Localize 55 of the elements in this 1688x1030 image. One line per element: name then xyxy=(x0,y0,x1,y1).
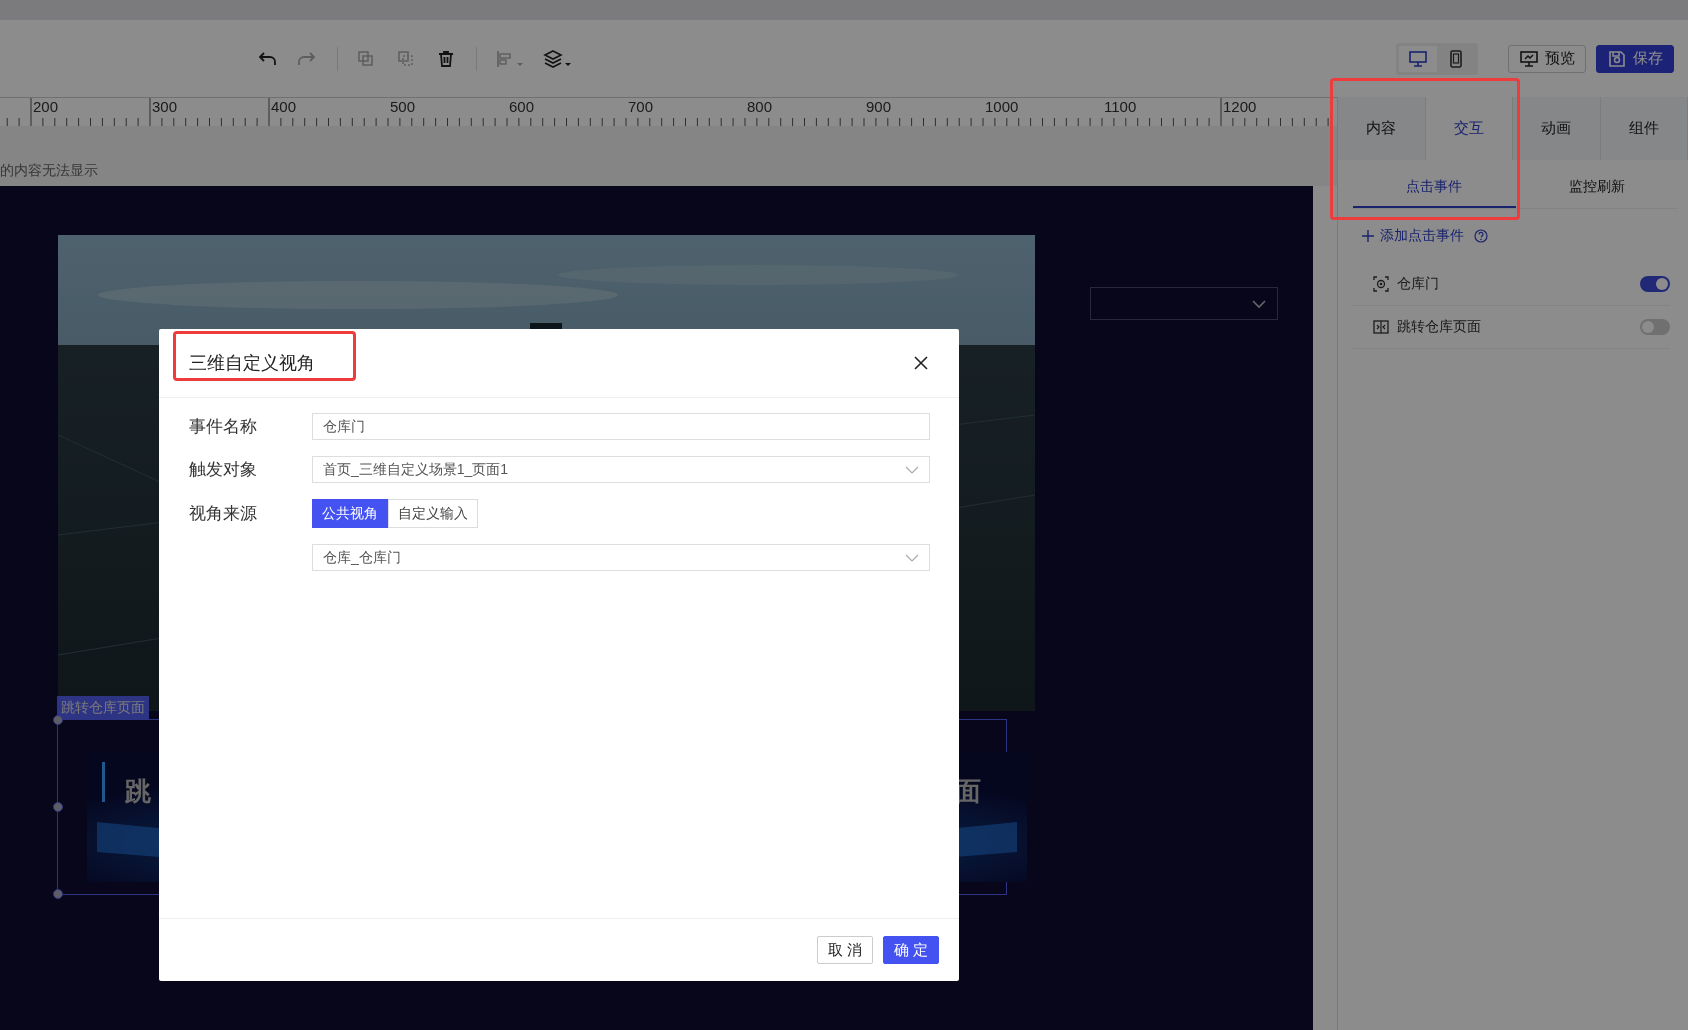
dialog-title: 三维自定义视角 xyxy=(189,352,316,375)
confirm-button[interactable]: 确 定 xyxy=(882,936,939,964)
select-field[interactable]: 仓库_仓库门 xyxy=(312,544,930,571)
event-label: 仓库门 xyxy=(1397,275,1441,293)
chevron-down-icon xyxy=(1251,298,1267,309)
field-label: 事件名称 xyxy=(189,416,258,438)
resize-handle[interactable] xyxy=(53,802,63,812)
resize-handle[interactable] xyxy=(53,715,63,725)
notice-text: 的内容无法显示 xyxy=(0,162,98,180)
ruler-label: 900 xyxy=(866,98,892,116)
cancel-button[interactable]: 取 消 xyxy=(816,936,873,964)
toggle-switch[interactable] xyxy=(1640,319,1670,335)
close-icon[interactable] xyxy=(913,355,929,371)
input-field[interactable]: 仓库门 xyxy=(312,413,930,440)
sub-tab[interactable]: 点击事件 xyxy=(1353,160,1516,208)
segment-button[interactable]: 自定义输入 xyxy=(388,499,478,528)
ruler-label: 1000 xyxy=(985,98,1019,116)
component-label: 跳转仓库页面 xyxy=(57,696,149,719)
chevron-down-icon xyxy=(905,465,919,474)
ruler-label: 1100 xyxy=(1104,98,1137,116)
ruler-label: 800 xyxy=(747,98,773,116)
monitor-icon xyxy=(1519,48,1539,69)
field-label: 触发对象 xyxy=(189,459,258,481)
preview-button[interactable]: 预览 xyxy=(1508,44,1586,73)
save-icon xyxy=(1607,48,1627,69)
help-icon[interactable] xyxy=(1474,229,1489,243)
resize-handle[interactable] xyxy=(53,889,63,899)
desktop-view-button[interactable] xyxy=(1399,45,1437,72)
ruler-label: 300 xyxy=(152,98,178,116)
plus-icon xyxy=(1362,230,1375,242)
monitor-icon xyxy=(1408,48,1428,69)
field-label: 视角来源 xyxy=(189,503,258,525)
segment-button[interactable]: 公共视角 xyxy=(312,499,388,528)
ruler-label: 700 xyxy=(628,98,654,116)
button-text-start: 跳 xyxy=(125,776,151,808)
trash-icon[interactable] xyxy=(436,48,456,69)
ruler-label: 600 xyxy=(509,98,535,116)
panel-tab[interactable]: 组件 xyxy=(1600,97,1688,160)
toggle-switch[interactable] xyxy=(1640,276,1670,292)
sub-tab[interactable]: 监控刷新 xyxy=(1515,160,1678,208)
split-icon xyxy=(1373,319,1390,335)
select-field[interactable]: 首页_三维自定义场景1_页面1 xyxy=(312,456,930,483)
add-event-link[interactable]: 添加点击事件 xyxy=(1362,227,1465,245)
save-button[interactable]: 保存 xyxy=(1596,44,1674,73)
event-label: 跳转仓库页面 xyxy=(1397,318,1483,336)
focus-icon xyxy=(1373,276,1390,292)
chevron-down-icon xyxy=(905,553,919,562)
ruler-label: 1200 xyxy=(1223,98,1257,116)
panel-tab[interactable]: 内容 xyxy=(1338,97,1426,160)
panel-tab[interactable]: 交互 xyxy=(1425,97,1514,160)
panel-tab[interactable]: 动画 xyxy=(1513,97,1601,160)
ruler-label: 400 xyxy=(271,98,297,116)
ruler-label: 200 xyxy=(33,98,59,116)
ruler-label: 500 xyxy=(390,98,416,116)
layers-icon[interactable] xyxy=(543,48,571,69)
